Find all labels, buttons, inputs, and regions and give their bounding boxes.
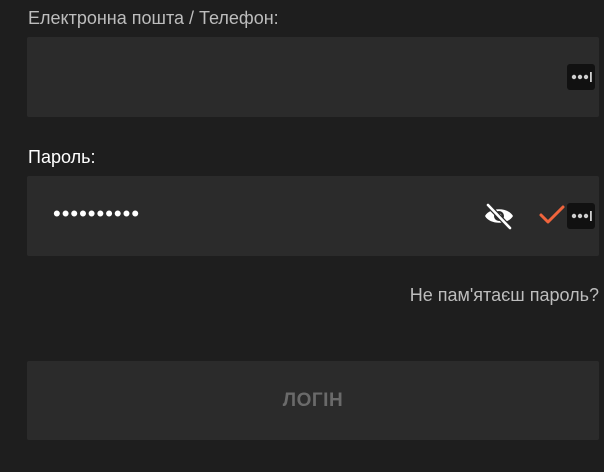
email-input[interactable] [53,37,473,117]
login-button[interactable]: ЛОГІН [27,361,599,440]
email-field-container[interactable] [27,37,599,117]
password-manager-icon[interactable] [567,203,595,229]
password-field-container[interactable] [27,174,599,256]
password-manager-icon[interactable] [567,64,595,90]
password-input[interactable] [53,174,473,254]
checkmark-icon [538,203,566,227]
forgot-password-link[interactable]: Не пам'ятаєш пароль? [410,285,599,306]
email-label: Електронна пошта / Телефон: [28,8,279,28]
password-label: Пароль: [28,147,96,167]
eye-slash-icon[interactable] [482,201,516,231]
login-form: Електронна пошта / Телефон: Пароль: ••••… [0,0,604,472]
